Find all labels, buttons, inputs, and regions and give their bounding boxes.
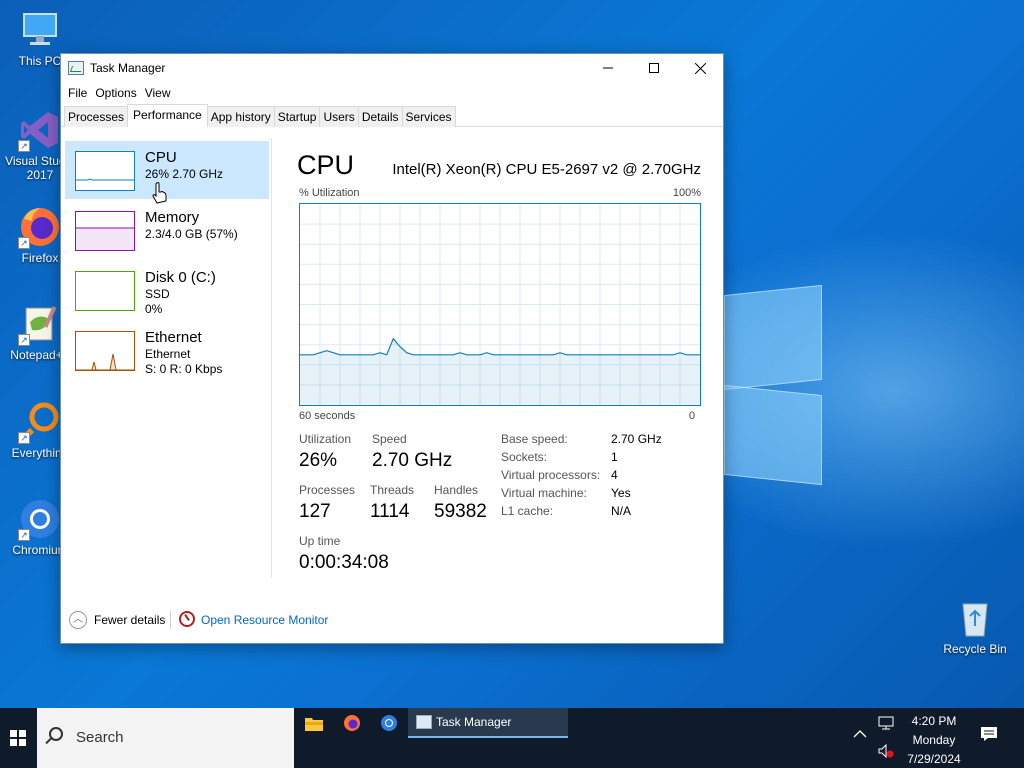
time-axis-label: 60 seconds (299, 410, 356, 422)
footer: ︿ Fewer details Open Resource Monitor (61, 602, 723, 638)
tab-app-history[interactable]: App history (206, 106, 275, 127)
search-placeholder: Search (76, 729, 124, 746)
minimize-icon (603, 67, 613, 69)
stat-uptime: Up time 0:00:34:08 (299, 534, 389, 573)
handles-value: 59382 (434, 501, 487, 522)
chromium-icon: ↗ (18, 497, 62, 541)
close-icon (694, 62, 706, 74)
close-button[interactable] (677, 54, 723, 82)
maximize-icon (649, 63, 659, 73)
clock-day: Monday (912, 733, 956, 747)
cpu-utilization-graph (299, 203, 701, 406)
tab-processes[interactable]: Processes (64, 106, 129, 127)
search-icon (49, 727, 63, 741)
stat-speed: Speed 2.70 GHz (372, 432, 453, 471)
hand-cursor-icon (152, 182, 167, 204)
resource-name: Disk 0 (C:) (145, 269, 216, 286)
desktop-icon-recycle-bin[interactable]: Recycle Bin (937, 596, 1013, 656)
fewer-details-link[interactable]: Fewer details (94, 613, 165, 627)
utilization-value: 26% (299, 450, 338, 471)
disk-usage: 0% (145, 302, 163, 316)
resource-summary: 2.3/4.0 GB (57%) (145, 227, 238, 241)
memory-thumbnail-graph (75, 211, 135, 251)
footer-divider (170, 611, 171, 629)
window-title: Task Manager (90, 61, 166, 75)
task-manager-icon (68, 61, 84, 75)
stat-threads: Threads 1114 (370, 483, 415, 522)
firefox-icon: ↗ (18, 205, 62, 249)
tab-services[interactable]: Services (401, 106, 456, 127)
speaker-muted-icon[interactable] (878, 743, 894, 761)
speed-value: 2.70 GHz (372, 450, 453, 471)
menu-options[interactable]: Options (91, 86, 140, 100)
adapter-name: Ethernet (145, 347, 191, 361)
resource-item-disk[interactable]: Disk 0 (C:) SSD 0% (65, 261, 269, 319)
resource-name: Ethernet (145, 329, 202, 346)
clock-date: 7/29/2024 (907, 752, 961, 766)
resource-item-memory[interactable]: Memory 2.3/4.0 GB (57%) (65, 201, 269, 259)
cpu-thumbnail-graph (75, 151, 135, 191)
task-manager-icon (416, 715, 432, 729)
resource-monitor-icon[interactable] (179, 611, 195, 627)
cpu-detail-panel: CPU Intel(R) Xeon(R) CPU E5-2697 v2 @ 2.… (297, 150, 701, 573)
computer-icon (18, 8, 62, 52)
task-manager-window: Task Manager File Options View Processes… (60, 53, 724, 644)
throughput: S: 0 R: 0 Kbps (145, 362, 223, 376)
notification-center-icon[interactable] (980, 726, 1002, 748)
network-icon[interactable] (878, 716, 894, 733)
threads-value: 1114 (370, 501, 410, 522)
resource-name: CPU (145, 149, 177, 166)
tab-performance[interactable]: Performance (127, 104, 208, 127)
time-axis-zero: 0 (688, 410, 695, 422)
cpu-model: Intel(R) Xeon(R) CPU E5-2697 v2 @ 2.70GH… (392, 161, 701, 178)
title-bar[interactable]: Task Manager (61, 54, 723, 82)
disk-type: SSD (145, 287, 170, 301)
resource-summary: 26% 2.70 GHz (145, 167, 224, 181)
tab-strip: Processes Performance App history Startu… (61, 104, 723, 127)
resource-list: CPU 26% 2.70 GHz Memory 2.3/4.0 GB (57%)… (61, 138, 272, 578)
windows-logo-wallpaper (724, 284, 822, 391)
disk-thumbnail-graph (75, 271, 135, 311)
processes-value: 127 (299, 501, 331, 522)
visual-studio-icon: ↗ (18, 108, 62, 152)
clock-time: 4:20 PM (911, 714, 957, 728)
tab-startup[interactable]: Startup (273, 106, 321, 127)
taskbar: Search Task Manager 4:20 PM Monday 7/29/… (0, 708, 1024, 768)
tab-details[interactable]: Details (357, 106, 403, 127)
stat-utilization: Utilization 26% (299, 432, 352, 471)
stat-handles: Handles 59382 (434, 483, 487, 522)
recycle-bin-icon (953, 596, 997, 640)
start-button[interactable] (0, 708, 36, 768)
detail-title: CPU (297, 150, 355, 180)
stat-processes: Processes 127 (299, 483, 356, 522)
menu-bar: File Options View (61, 82, 723, 104)
search-box[interactable]: Search (37, 708, 294, 768)
utilization-axis-label: % Utilization (299, 187, 360, 199)
resource-item-ethernet[interactable]: Ethernet Ethernet S: 0 R: 0 Kbps (65, 321, 269, 379)
notepadpp-icon: ↗ (18, 302, 62, 346)
taskbar-chromium-icon[interactable] (371, 708, 407, 738)
open-resource-monitor-link[interactable]: Open Resource Monitor (201, 613, 328, 627)
file-explorer-icon[interactable] (296, 708, 332, 738)
chevron-up-tray-icon[interactable] (853, 728, 867, 742)
resource-name: Memory (145, 209, 200, 226)
menu-view[interactable]: View (141, 86, 175, 100)
taskbar-task-manager[interactable]: Task Manager (408, 708, 568, 738)
maximize-button[interactable] (631, 54, 677, 82)
system-clock[interactable]: 4:20 PM Monday 7/29/2024 (896, 712, 972, 768)
cpu-graph-svg (300, 204, 700, 405)
uptime-value: 0:00:34:08 (299, 552, 389, 573)
chevron-up-icon[interactable]: ︿ (69, 611, 87, 629)
menu-file[interactable]: File (64, 86, 91, 100)
windows-start-icon (10, 730, 26, 746)
ethernet-thumbnail-graph (75, 331, 135, 371)
taskbar-firefox-icon[interactable] (334, 708, 370, 738)
utilization-max-label: 100% (672, 187, 701, 199)
minimize-button[interactable] (585, 54, 631, 82)
everything-icon: ↗ (18, 400, 62, 444)
tab-users[interactable]: Users (319, 106, 359, 127)
